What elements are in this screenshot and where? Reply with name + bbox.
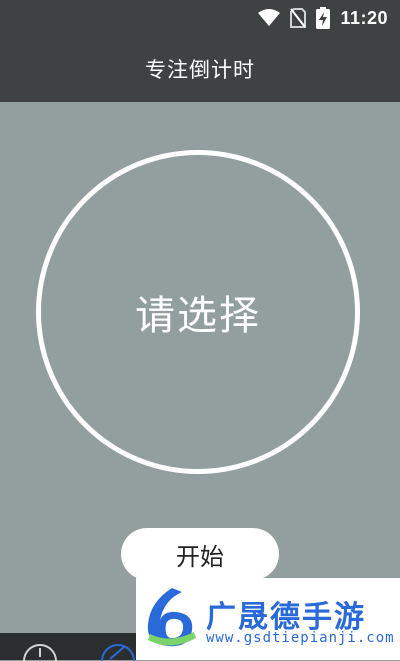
battery-charging-icon [316, 7, 331, 29]
timer-circle[interactable]: 请选择 [36, 150, 360, 474]
timer-select-text: 请选择 [135, 293, 261, 339]
site-watermark: 广晟德手游 www.gsdtiepianji.com [136, 578, 400, 660]
wifi-icon [258, 9, 281, 26]
watermark-logo-icon [147, 588, 196, 647]
app-toolbar: 专注倒计时 [0, 36, 400, 102]
clock-icon[interactable] [22, 643, 58, 661]
watermark-url: www.gsdtiepianji.com [206, 630, 395, 646]
no-sim-icon [290, 8, 307, 28]
start-button[interactable]: 开始 [121, 528, 279, 580]
status-bar: 11:20 [0, 0, 400, 36]
status-time: 11:20 [340, 7, 388, 28]
status-icons: 11:20 [258, 0, 388, 36]
chart-icon[interactable] [100, 643, 136, 661]
page-title: 专注倒计时 [145, 58, 255, 82]
